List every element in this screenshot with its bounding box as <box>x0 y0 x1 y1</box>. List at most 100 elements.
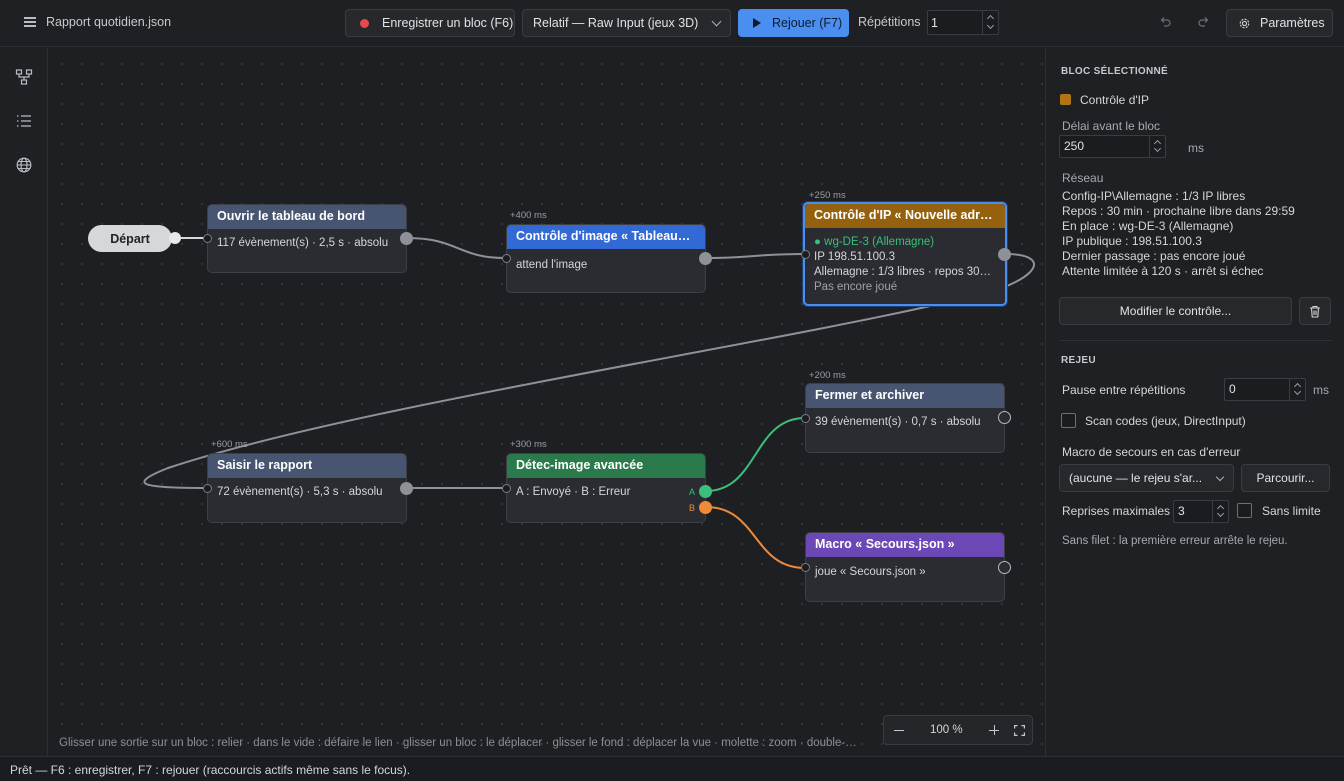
record-block-button[interactable]: Enregistrer un bloc (F6) <box>345 9 515 37</box>
gear-icon <box>1239 18 1250 28</box>
properties-panel: BLOC SÉLECTIONNÉ Contrôle d'IP Délai ava… <box>1045 48 1344 756</box>
node-graph-icon[interactable] <box>15 68 33 86</box>
toolbar: Rapport quotidien.json Enregistrer un bl… <box>0 0 1344 47</box>
network-line: En place : wg-DE-3 (Allemagne) <box>1062 219 1234 233</box>
left-rail <box>0 48 48 756</box>
output-port[interactable] <box>998 561 1011 574</box>
spin-arrows[interactable] <box>1149 136 1165 157</box>
node-close-archive[interactable]: Fermer et archiver 39 évènement(s) · 0,7… <box>805 383 1005 453</box>
input-port[interactable] <box>801 563 810 572</box>
output-port[interactable] <box>400 482 413 495</box>
node-fallback-macro[interactable]: Macro « Secours.json » joue « Secours.js… <box>805 532 1005 602</box>
network-line: Repos : 30 min · prochaine libre dans 29… <box>1062 204 1295 218</box>
node-canvas[interactable]: Départ Ouvrir le tableau de bord 117 évè… <box>48 48 1044 756</box>
repetitions-label: Répétitions <box>858 15 921 29</box>
mode-select[interactable]: Relatif — Raw Input (jeux 3D) <box>522 9 731 37</box>
settings-button[interactable]: Paramètres <box>1226 9 1333 37</box>
network-info: Config-IP\Allemagne : 1/3 IP libres Repo… <box>1062 189 1295 279</box>
node-summary: attend l'image <box>516 259 588 271</box>
play-icon <box>753 18 761 28</box>
node-delay: +300 ms <box>510 439 547 450</box>
start-node[interactable]: Départ <box>88 225 172 252</box>
unlimited-checkbox[interactable] <box>1237 503 1252 518</box>
node-title: Contrôle d'image « Tableau… <box>507 225 705 249</box>
input-port[interactable] <box>502 484 511 493</box>
node-title: Contrôle d'IP « Nouvelle adr… <box>805 204 1005 228</box>
node-summary: 39 évènement(s) · 0,7 s · absolu <box>815 416 981 428</box>
node-last-run: Pas encore joué <box>814 281 898 293</box>
fit-screen-icon[interactable] <box>1014 725 1025 736</box>
spin-arrows[interactable] <box>1212 501 1228 522</box>
replay-section-title: REJEU <box>1061 355 1096 366</box>
pause-label: Pause entre répétitions <box>1062 383 1186 397</box>
node-title: Fermer et archiver <box>806 384 1004 408</box>
node-advanced-detect[interactable]: Détec-image avancée A : Envoyé · B : Err… <box>506 453 706 523</box>
delay-label: Délai avant le bloc <box>1062 119 1161 133</box>
node-title: Saisir le rapport <box>208 454 406 478</box>
replay-button[interactable]: Rejouer (F7) <box>738 9 849 37</box>
zoom-controls: 100 % <box>883 715 1033 745</box>
selected-block-section-title: BLOC SÉLECTIONNÉ <box>1061 66 1169 77</box>
node-summary: 72 évènement(s) · 5,3 s · absolu <box>217 486 383 498</box>
output-port[interactable] <box>400 232 413 245</box>
max-retries-value: 3 <box>1178 504 1185 518</box>
block-name: Contrôle d'IP <box>1080 93 1149 107</box>
redo-icon[interactable] <box>1198 16 1210 28</box>
network-line: IP publique : 198.51.100.3 <box>1062 234 1202 248</box>
delay-unit: ms <box>1188 141 1204 155</box>
edit-control-label: Modifier le contrôle... <box>1119 304 1232 318</box>
network-line: Dernier passage : pas encore joué <box>1062 249 1246 263</box>
status-text: Prêt — F6 : enregistrer, F7 : rejouer (r… <box>10 763 411 777</box>
node-enter-report[interactable]: Saisir le rapport 72 évènement(s) · 5,3 … <box>207 453 407 523</box>
trash-icon <box>1310 305 1320 318</box>
input-port[interactable] <box>203 484 212 493</box>
fallback-label: Macro de secours en cas d'erreur <box>1062 445 1241 459</box>
output-port[interactable] <box>699 252 712 265</box>
spin-arrows[interactable] <box>1289 379 1305 400</box>
repetitions-spinbox[interactable]: 1 <box>927 10 999 35</box>
start-output-port[interactable] <box>169 232 181 244</box>
block-color-swatch <box>1060 94 1071 105</box>
input-port[interactable] <box>203 234 212 243</box>
globe-icon[interactable] <box>15 156 33 174</box>
output-port[interactable] <box>998 411 1011 424</box>
port-b-label: B <box>689 503 696 513</box>
delay-input[interactable]: 250 <box>1059 135 1166 158</box>
undo-icon[interactable] <box>1159 16 1171 28</box>
list-icon[interactable] <box>15 112 33 130</box>
node-open-dashboard[interactable]: Ouvrir le tableau de bord 117 évènement(… <box>207 204 407 273</box>
zoom-out-button[interactable] <box>894 730 904 732</box>
output-port-b[interactable] <box>699 501 712 514</box>
edit-control-button[interactable]: Modifier le contrôle... <box>1059 297 1292 325</box>
node-summary: A : Envoyé · B : Erreur <box>516 486 631 498</box>
browse-label: Parcourir... <box>1256 471 1315 485</box>
zoom-in-button[interactable] <box>989 725 999 735</box>
mode-select-value: Relatif — Raw Input (jeux 3D) <box>533 16 699 30</box>
scan-codes-checkbox[interactable] <box>1061 413 1076 428</box>
input-port[interactable] <box>502 254 511 263</box>
safety-note: Sans filet : la première erreur arrête l… <box>1062 535 1288 547</box>
pause-unit: ms <box>1313 383 1329 397</box>
browse-button[interactable]: Parcourir... <box>1241 464 1330 492</box>
spin-arrows[interactable] <box>982 11 998 34</box>
node-ip-check[interactable]: Contrôle d'IP « Nouvelle adr… ● wg-DE-3 … <box>803 202 1007 306</box>
hamburger-icon[interactable] <box>24 17 36 27</box>
delete-block-button[interactable] <box>1299 297 1331 325</box>
output-port-a[interactable] <box>699 485 712 498</box>
zoom-level: 100 % <box>930 724 963 736</box>
node-vpn-status: ● wg-DE-3 (Allemagne) <box>814 236 935 248</box>
node-title: Macro « Secours.json » <box>806 533 1004 557</box>
repetitions-value: 1 <box>931 15 938 30</box>
node-image-check[interactable]: Contrôle d'image « Tableau… attend l'ima… <box>506 224 706 293</box>
max-retries-input[interactable]: 3 <box>1173 500 1229 523</box>
scan-codes-label: Scan codes (jeux, DirectInput) <box>1085 414 1246 428</box>
fallback-select[interactable]: (aucune — le rejeu s'ar... <box>1059 464 1234 492</box>
pause-input[interactable]: 0 <box>1224 378 1306 401</box>
input-port[interactable] <box>801 250 810 259</box>
input-port[interactable] <box>801 414 810 423</box>
pause-value: 0 <box>1229 382 1236 396</box>
node-title: Détec-image avancée <box>507 454 705 478</box>
node-summary: 117 évènement(s) · 2,5 s · absolu <box>217 237 389 249</box>
section-divider <box>1061 340 1331 341</box>
output-port[interactable] <box>998 248 1011 261</box>
